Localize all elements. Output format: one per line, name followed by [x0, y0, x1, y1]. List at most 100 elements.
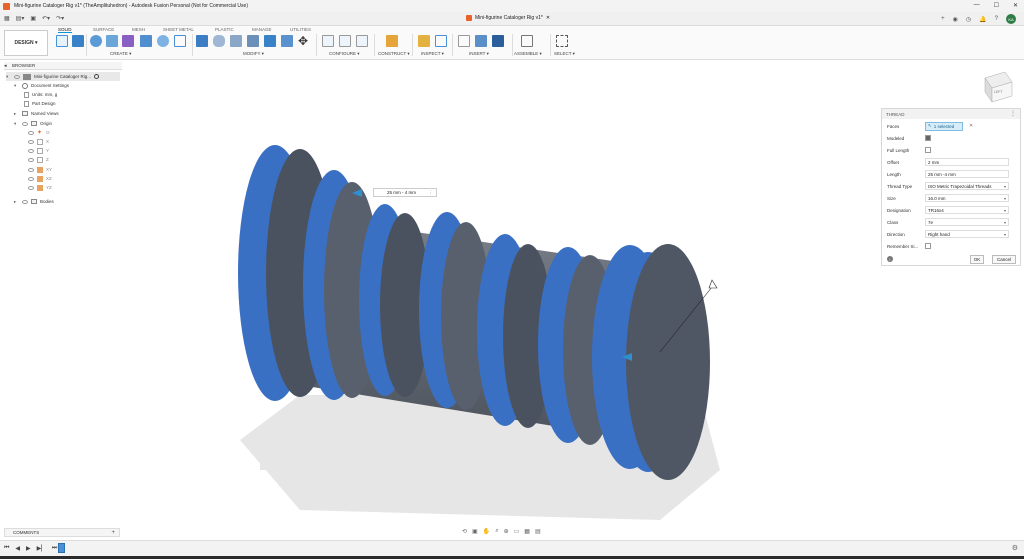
tree-units[interactable]: Units: mm, g: [24, 90, 57, 99]
tree-root[interactable]: ▾ Mini-figurine Cataloger Rig...: [6, 72, 120, 81]
clear-selection-icon[interactable]: ✕: [969, 123, 973, 129]
dialog-menu-icon[interactable]: ⋮: [1010, 110, 1016, 117]
chamfer-icon[interactable]: [230, 35, 242, 47]
tab-utilities[interactable]: UTILITIES: [290, 27, 311, 32]
pan-icon[interactable]: ✋: [483, 528, 490, 535]
document-tab[interactable]: Mini-figurine Cataloger Rig v1* ✕: [466, 15, 550, 21]
class-select[interactable]: 7e: [925, 218, 1009, 226]
add-comment-icon[interactable]: +: [111, 530, 115, 536]
section-analysis-icon[interactable]: [435, 35, 447, 47]
direction-select[interactable]: Right hand: [925, 230, 1009, 238]
offset-plane-icon[interactable]: [386, 35, 398, 47]
grid-settings-icon[interactable]: ▦: [524, 528, 530, 535]
expand-arrow-icon[interactable]: ▸: [14, 111, 19, 117]
file-menu-icon[interactable]: ▤▾: [16, 15, 25, 22]
measure-icon[interactable]: [418, 35, 430, 47]
remember-size-checkbox[interactable]: [925, 243, 931, 249]
undo-icon[interactable]: ↶▾: [42, 15, 50, 22]
sweep-icon[interactable]: [106, 35, 118, 47]
modeled-checkbox[interactable]: [925, 135, 931, 141]
tab-manage[interactable]: MANAGE: [252, 27, 272, 32]
grid-menu-icon[interactable]: ▦: [4, 15, 10, 22]
offset-input[interactable]: 2 mm: [925, 158, 1009, 166]
faces-selection-button[interactable]: ↖ 1 selected: [925, 121, 963, 131]
combine-icon[interactable]: [264, 35, 276, 47]
zoom-icon[interactable]: ⌕: [495, 528, 498, 535]
end-arrow-icon[interactable]: [708, 279, 718, 289]
job-status-icon[interactable]: ◷: [966, 16, 971, 23]
press-pull-icon[interactable]: [196, 35, 208, 47]
timeline-feature-marker[interactable]: [58, 543, 65, 553]
full-length-checkbox[interactable]: [925, 147, 931, 153]
configure-theme-icon[interactable]: [356, 35, 368, 47]
viewcube[interactable]: [984, 71, 1013, 103]
insert-svg-icon[interactable]: [492, 35, 504, 47]
pattern-icon[interactable]: [157, 35, 169, 47]
tree-named-views[interactable]: ▸ Named Views: [14, 109, 59, 118]
activate-radio-icon[interactable]: [94, 74, 100, 79]
group-construct[interactable]: CONSTRUCT ▾: [378, 51, 410, 57]
visibility-eye-icon[interactable]: [28, 148, 34, 153]
step-forward-icon[interactable]: ▶▏: [37, 545, 46, 552]
tooltip-more-icon[interactable]: ⋮: [429, 190, 434, 196]
length-input[interactable]: 25 mm -4 mm: [925, 170, 1009, 178]
visibility-eye-icon[interactable]: [28, 139, 34, 144]
tree-plane-xz[interactable]: XZ: [28, 174, 52, 183]
thread-dialog-header[interactable]: THREAD ⋮: [882, 109, 1020, 119]
tree-bodies[interactable]: ▸ Bodies: [14, 197, 54, 206]
expand-arrow-icon[interactable]: ▾: [14, 121, 19, 127]
play-icon[interactable]: ▶: [26, 545, 31, 552]
visibility-eye-icon[interactable]: [28, 176, 34, 181]
timeline-settings-gear-icon[interactable]: ⚙: [1012, 544, 1018, 552]
step-back-icon[interactable]: ◀: [15, 545, 20, 552]
fit-icon[interactable]: ⊕: [504, 528, 509, 535]
thread-type-select[interactable]: ISO Metric Trapezoidal Threads: [925, 182, 1009, 190]
insert-derive-icon[interactable]: [458, 35, 470, 47]
browser-header[interactable]: ◂ BROWSER: [4, 62, 122, 70]
extensions-icon[interactable]: ◉: [953, 16, 958, 23]
tree-axis-z[interactable]: Z: [28, 155, 49, 164]
close-window-button[interactable]: ✕: [1013, 2, 1018, 9]
fillet-icon[interactable]: [213, 35, 225, 47]
insert-canvas-icon[interactable]: [475, 35, 487, 47]
notifications-icon[interactable]: 🔔: [979, 16, 986, 23]
visibility-eye-icon[interactable]: [22, 121, 28, 126]
tree-axis-y[interactable]: Y: [28, 146, 49, 155]
mirror-icon[interactable]: [174, 35, 186, 47]
cancel-button[interactable]: Cancel: [992, 255, 1016, 264]
group-inspect[interactable]: INSPECT ▾: [421, 51, 444, 57]
configure-table-icon[interactable]: [322, 35, 334, 47]
orbit-icon[interactable]: ⟲: [462, 528, 467, 535]
visibility-eye-icon[interactable]: [28, 157, 34, 162]
new-component-icon[interactable]: [521, 35, 533, 47]
comments-panel[interactable]: COMMENTS +: [4, 528, 120, 537]
tree-plane-xy[interactable]: XY: [28, 165, 52, 174]
tab-mesh[interactable]: MESH: [132, 27, 145, 32]
group-create[interactable]: CREATE ▾: [110, 51, 131, 57]
visibility-eye-icon[interactable]: [28, 167, 34, 172]
tab-sheet-metal[interactable]: SHEET METAL: [163, 27, 194, 32]
shell-icon[interactable]: [247, 35, 259, 47]
tree-document-settings[interactable]: ▾ Document Settings: [14, 81, 69, 90]
go-to-start-icon[interactable]: ⏮: [4, 545, 9, 552]
expand-arrow-icon[interactable]: ▾: [6, 74, 11, 80]
close-tab-icon[interactable]: ✕: [546, 15, 550, 21]
tree-origin-point[interactable]: ✦ O: [28, 128, 50, 137]
collapse-icon[interactable]: ◂: [4, 63, 7, 69]
tree-plane-yz[interactable]: YZ: [28, 183, 52, 192]
display-settings-icon[interactable]: ▭: [514, 528, 520, 535]
size-select[interactable]: 16.0 mm: [925, 194, 1009, 202]
group-modify[interactable]: MODIFY ▾: [243, 51, 264, 57]
expand-arrow-icon[interactable]: ▾: [14, 83, 19, 89]
visibility-eye-icon[interactable]: [22, 199, 28, 204]
info-icon[interactable]: i: [887, 256, 893, 262]
replace-face-icon[interactable]: [281, 35, 293, 47]
tab-solid[interactable]: SOLID: [58, 27, 72, 33]
maximize-button[interactable]: ☐: [994, 2, 999, 9]
ok-button[interactable]: OK: [970, 255, 984, 264]
tab-plastic[interactable]: PLASTIC: [215, 27, 234, 32]
move-icon[interactable]: ✥: [298, 35, 310, 47]
group-insert[interactable]: INSERT ▾: [469, 51, 489, 57]
tree-axis-x[interactable]: X: [28, 137, 49, 146]
configure-rule-icon[interactable]: [339, 35, 351, 47]
